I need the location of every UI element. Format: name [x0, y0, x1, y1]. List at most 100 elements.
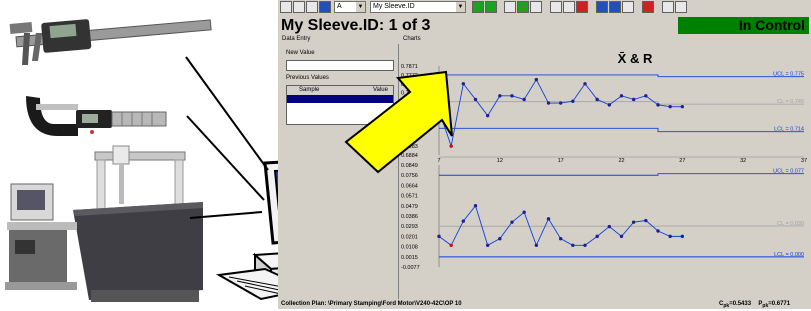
range-ucl-label: UCL = 0.077 — [773, 169, 804, 175]
cmm-machine-icon — [3, 140, 203, 308]
chevron-down-icon: ▼ — [456, 2, 465, 12]
range-cl-label: CL = 0.030 — [777, 221, 804, 227]
capability-indices: Cpk=0.5433 Ppk=0.6771 — [719, 299, 790, 311]
x-tick-label: 22 — [618, 158, 624, 164]
range-data-point — [632, 220, 635, 223]
page-title: My Sleeve.ID: 1 of 3 — [281, 16, 430, 35]
x-tick-label: 12 — [497, 158, 503, 164]
micrometer-icon — [18, 86, 178, 146]
xbar-data-point — [620, 94, 623, 97]
range-data-point — [595, 235, 598, 238]
group-select-value: A — [337, 3, 342, 10]
range-data-point — [644, 219, 647, 222]
chart-icon[interactable] — [319, 1, 331, 13]
range-data-point — [449, 244, 452, 247]
range-data-point — [608, 225, 611, 228]
range-data-point — [571, 244, 574, 247]
range-data-point — [510, 220, 513, 223]
help-icon[interactable] — [675, 1, 687, 13]
collection-plan: Collection Plan: \Primary Stamping\Ford … — [281, 299, 462, 309]
xbar-data-point — [474, 98, 477, 101]
caliper-icon — [6, 3, 221, 73]
characteristic-select-value: My Sleeve.ID — [373, 3, 415, 10]
new-value-label: New Value — [286, 50, 315, 56]
add-icon[interactable] — [517, 1, 529, 13]
range-data-point — [486, 244, 489, 247]
save-icon[interactable] — [293, 1, 305, 13]
data-entry-header: Data Entry — [282, 35, 310, 44]
xbar-data-point — [608, 103, 611, 106]
xbar-data-point — [547, 101, 550, 104]
range-data-point — [559, 237, 562, 240]
range-data-point — [462, 219, 465, 222]
arrow-icon — [340, 60, 470, 180]
status-footer: Collection Plan: \Primary Stamping\Ford … — [278, 299, 811, 309]
xbar-data-point — [632, 98, 635, 101]
range-data-point — [547, 217, 550, 220]
range-data-point — [681, 235, 684, 238]
xbar-lcl-label: LCL = 0.714 — [774, 127, 804, 133]
xbar-data-point — [571, 100, 574, 103]
xbar-data-point — [522, 98, 525, 101]
xbar-data-point — [498, 94, 501, 97]
x-tick-label: 27 — [679, 158, 685, 164]
range-y-tick-label: 0.0571 — [401, 194, 418, 200]
xbar-data-point — [510, 94, 513, 97]
range-data-point — [668, 235, 671, 238]
toolbar: A▼ My Sleeve.ID▼ — [278, 0, 811, 16]
panel-headers: Data Entry Charts — [278, 35, 811, 44]
cpk-value: =0.5433 — [729, 301, 751, 307]
range-y-tick-label: 0.0386 — [401, 214, 418, 220]
range-y-tick-label: -0.0077 — [401, 265, 420, 271]
filter-icon[interactable] — [504, 1, 516, 13]
range-y-tick-label: 0.0479 — [401, 204, 418, 210]
xbar-data-point — [644, 94, 647, 97]
range-data-point — [656, 229, 659, 232]
xbar-data-point — [656, 103, 659, 106]
col-sample: Sample — [299, 86, 319, 95]
list-icon[interactable] — [306, 1, 318, 13]
ppk-value: =0.6771 — [768, 301, 790, 307]
xbar-cl-label: CL = 0.745 — [777, 99, 804, 105]
title-bar: My Sleeve.ID: 1 of 3 In Control — [278, 16, 811, 35]
report-icon[interactable] — [622, 1, 634, 13]
prev-icon[interactable] — [472, 1, 484, 13]
chevron-down-icon: ▼ — [356, 2, 365, 12]
range-data-point — [620, 235, 623, 238]
plot-background — [432, 50, 811, 294]
alarm-icon[interactable] — [576, 1, 588, 13]
folder-icon[interactable] — [530, 1, 542, 13]
previous-values-label: Previous Values — [286, 75, 329, 81]
x-tick-label: 37 — [801, 158, 807, 164]
table-icon[interactable] — [550, 1, 562, 13]
group-select[interactable]: A▼ — [334, 1, 366, 13]
stop-icon[interactable] — [642, 1, 654, 13]
xbar-data-point — [559, 101, 562, 104]
histogram-icon[interactable] — [563, 1, 575, 13]
characteristic-select[interactable]: My Sleeve.ID ▼ — [370, 1, 466, 13]
range-y-tick-label: 0.0108 — [401, 245, 418, 251]
xbar-ucl-label: UCL = 0.775 — [773, 72, 804, 78]
print-icon[interactable] — [280, 1, 292, 13]
range-y-tick-label: 0.0201 — [401, 234, 418, 240]
range-data-point — [437, 235, 440, 238]
range-data-point — [583, 244, 586, 247]
xbar-data-point — [486, 114, 489, 117]
xbar-data-point — [595, 98, 598, 101]
range-data-point — [474, 204, 477, 207]
range-y-tick-label: 0.0015 — [401, 255, 418, 261]
range-y-tick-label: 0.0664 — [401, 183, 418, 189]
settings-icon[interactable] — [662, 1, 674, 13]
charts-header: Charts — [403, 35, 421, 44]
range-y-tick-label: 0.0293 — [401, 224, 418, 230]
range-lcl-label: LCL = 0.000 — [774, 252, 804, 258]
sigma-icon[interactable] — [596, 1, 608, 13]
capability-icon[interactable] — [609, 1, 621, 13]
x-tick-label: 32 — [740, 158, 746, 164]
range-data-point — [522, 211, 525, 214]
status-badge: In Control — [678, 17, 809, 34]
range-data-point — [535, 244, 538, 247]
next-icon[interactable] — [485, 1, 497, 13]
xbar-data-point — [668, 105, 671, 108]
xbar-data-point — [583, 82, 586, 85]
